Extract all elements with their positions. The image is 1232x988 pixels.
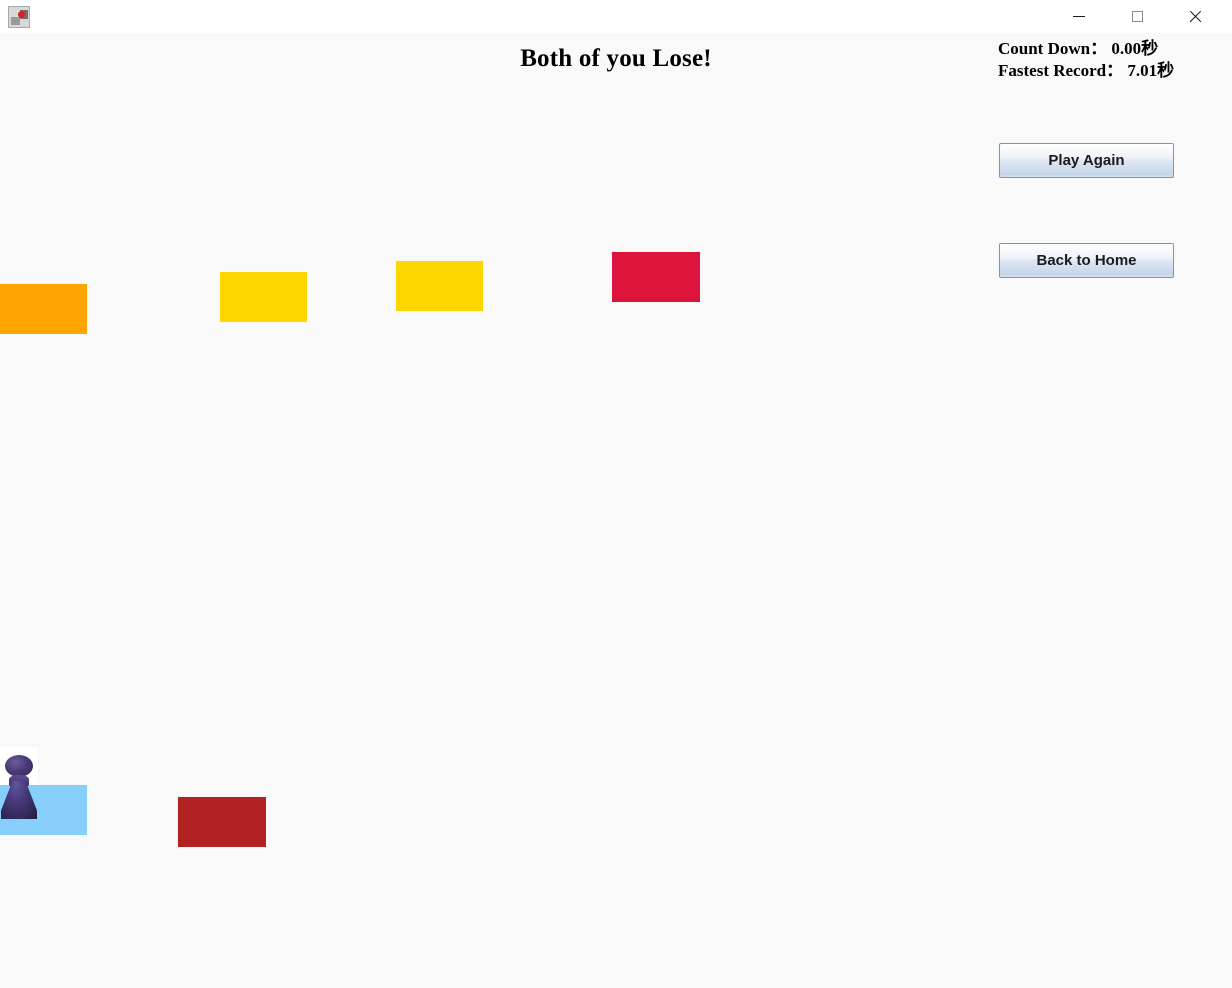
app-window: Both of you Lose! Count Down： 0.00秒 Fast… xyxy=(0,0,1232,988)
block-orange xyxy=(0,284,87,334)
title-bar xyxy=(0,0,1232,33)
close-button[interactable] xyxy=(1172,0,1218,33)
pawn-head xyxy=(5,755,33,777)
game-canvas[interactable]: Both of you Lose! Count Down： 0.00秒 Fast… xyxy=(0,33,1232,988)
minimize-icon xyxy=(1073,16,1085,17)
minimize-button[interactable] xyxy=(1056,0,1102,33)
hud-panel: Count Down： 0.00秒 Fastest Record： 7.01秒 xyxy=(998,38,1208,82)
play-again-button[interactable]: Play Again xyxy=(999,143,1174,178)
player-pawn xyxy=(0,747,38,819)
back-to-home-button[interactable]: Back to Home xyxy=(999,243,1174,278)
app-icon-shape-a xyxy=(11,16,20,25)
block-gold-2 xyxy=(396,261,483,311)
window-controls xyxy=(1056,0,1232,33)
maximize-button[interactable] xyxy=(1114,0,1160,33)
fastest-record-label: Fastest Record： 7.01秒 xyxy=(998,61,1175,80)
close-icon xyxy=(1188,10,1202,24)
app-icon xyxy=(8,5,30,28)
pawn-body xyxy=(1,781,37,819)
maximize-icon xyxy=(1131,11,1143,22)
block-crimson xyxy=(612,252,700,302)
app-icon-red-dot xyxy=(18,10,25,18)
block-gold-1 xyxy=(220,272,307,322)
count-down-label: Count Down： 0.00秒 xyxy=(998,39,1159,58)
block-firebrick xyxy=(178,797,266,847)
